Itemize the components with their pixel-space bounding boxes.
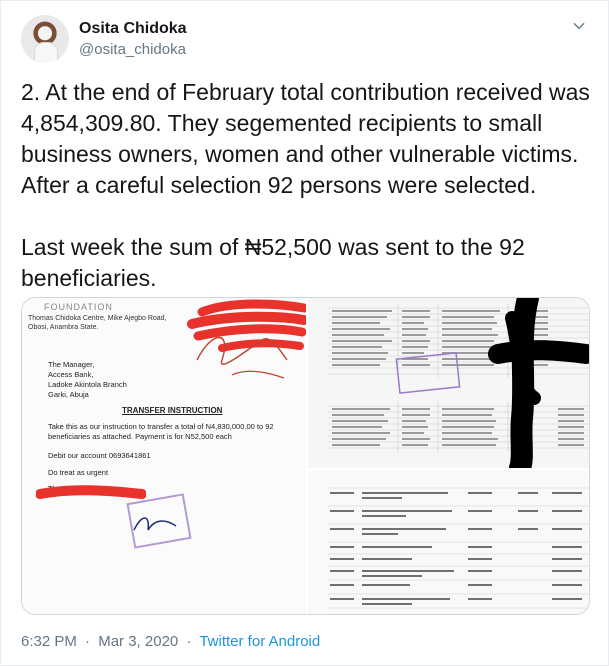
tweet-time[interactable]: 6:32 PM	[21, 633, 77, 650]
transfer-letter: FOUNDATION Thomas Chidoka Centre, Mike A…	[22, 298, 306, 614]
statement-table	[328, 487, 589, 609]
author-block: Osita Chidoka @osita_chidoka	[79, 19, 187, 60]
media-photo-letter[interactable]: FOUNDATION Thomas Chidoka Centre, Mike A…	[22, 298, 306, 614]
tweet-date[interactable]: Mar 3, 2020	[98, 633, 178, 650]
separator: ·	[85, 633, 91, 650]
media-photo-beneficiary-list[interactable]	[308, 298, 589, 468]
tweet-card: Osita Chidoka @osita_chidoka 2. At the e…	[0, 0, 609, 666]
media-gallery[interactable]: FOUNDATION Thomas Chidoka Centre, Mike A…	[21, 297, 590, 615]
author-handle[interactable]: @osita_chidoka	[79, 40, 187, 60]
chevron-down-icon-graphic	[573, 22, 585, 30]
letter-to-line: Access Bank,	[48, 370, 94, 379]
tweet-paragraph-2: Last week the sum of ₦52,500 was sent to…	[21, 234, 525, 291]
media-photo-bank-statement[interactable]	[308, 470, 589, 614]
letter-to-line: Garki, Abuja	[48, 390, 89, 399]
letter-to-line: Ladoke Akintola Branch	[48, 380, 127, 389]
signature-mark	[133, 517, 177, 531]
letter-recipient: The Manager, Access Bank, Ladoke Akintol…	[48, 360, 127, 400]
author-name[interactable]: Osita Chidoka	[79, 19, 187, 39]
tweet-text: 2. At the end of February total contribu…	[21, 77, 591, 294]
letter-body: Take this as our instruction to transfer…	[48, 422, 274, 441]
letter-debit: Debit our account 0693641861	[48, 451, 151, 460]
avatar[interactable]	[21, 15, 69, 63]
tweet-metadata: 6:32 PM · Mar 3, 2020 · Twitter for Andr…	[21, 632, 320, 652]
beneficiary-table	[328, 304, 589, 452]
chevron-down-icon[interactable]	[570, 17, 588, 35]
letter-urgent: Do treat as urgent	[48, 468, 109, 477]
letter-thanks: Thank you	[48, 484, 84, 493]
letter-foundation: FOUNDATION	[44, 302, 113, 312]
tweet-source-link[interactable]: Twitter for Android	[199, 633, 320, 650]
separator: ·	[186, 633, 192, 650]
letter-to-line: The Manager,	[48, 360, 95, 369]
media-grid: FOUNDATION Thomas Chidoka Centre, Mike A…	[22, 298, 589, 614]
tweet-paragraph-1: 2. At the end of February total contribu…	[21, 79, 590, 198]
letter-address: Thomas Chidoka Centre, Mike Ajegbo Road,…	[28, 315, 167, 331]
letter-subject: TRANSFER INSTRUCTION	[122, 406, 223, 415]
